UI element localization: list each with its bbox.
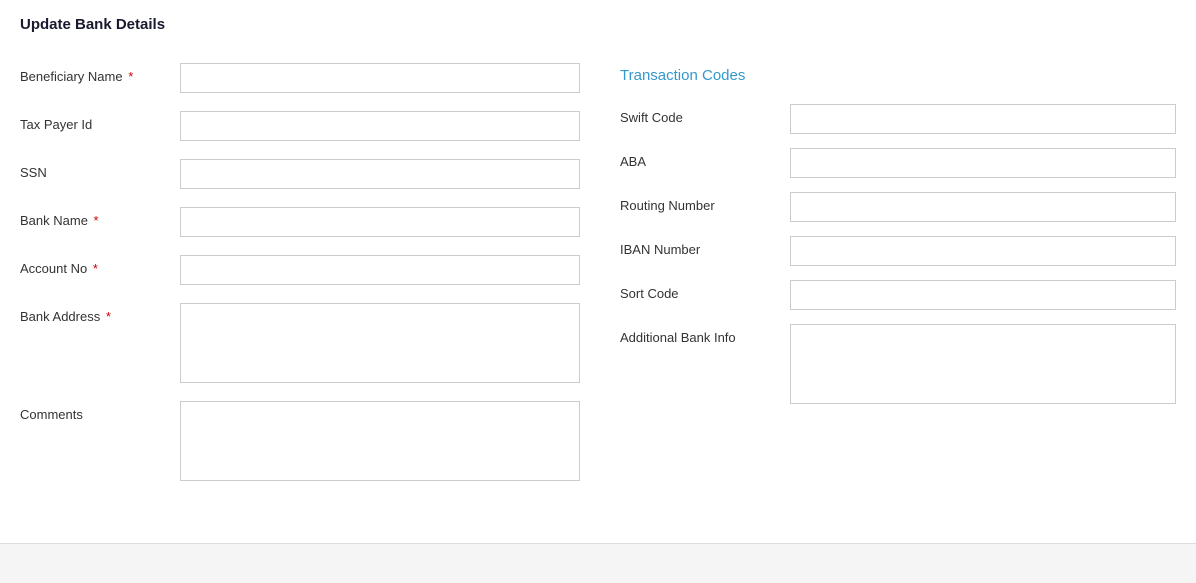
page-container: Update Bank Details Beneficiary Name * T… — [0, 0, 1196, 515]
tax-payer-id-label: Tax Payer Id — [20, 111, 180, 132]
routing-number-row: Routing Number — [620, 192, 1176, 222]
ssn-row: SSN — [20, 159, 580, 189]
page-title: Update Bank Details — [20, 16, 1176, 33]
beneficiary-name-input[interactable] — [180, 63, 580, 93]
additional-bank-info-input[interactable] — [790, 324, 1176, 404]
additional-bank-info-row: Additional Bank Info — [620, 324, 1176, 404]
account-no-input[interactable] — [180, 255, 580, 285]
left-column: Beneficiary Name * Tax Payer Id SSN Bank… — [20, 63, 580, 499]
tax-payer-id-row: Tax Payer Id — [20, 111, 580, 141]
bank-address-row: Bank Address * — [20, 303, 580, 383]
right-column: Transaction Codes Swift Code ABA Routing… — [620, 63, 1176, 499]
ssn-input[interactable] — [180, 159, 580, 189]
bank-name-row: Bank Name * — [20, 207, 580, 237]
iban-number-input[interactable] — [790, 236, 1176, 266]
comments-row: Comments — [20, 401, 580, 481]
sort-code-input[interactable] — [790, 280, 1176, 310]
required-star: * — [94, 213, 99, 228]
aba-row: ABA — [620, 148, 1176, 178]
additional-bank-info-label: Additional Bank Info — [620, 324, 790, 345]
routing-number-label: Routing Number — [620, 192, 790, 213]
account-no-label: Account No * — [20, 255, 180, 276]
routing-number-input[interactable] — [790, 192, 1176, 222]
required-star: * — [93, 261, 98, 276]
bank-name-label: Bank Name * — [20, 207, 180, 228]
beneficiary-name-label: Beneficiary Name * — [20, 63, 180, 84]
bank-name-input[interactable] — [180, 207, 580, 237]
transaction-codes-title: Transaction Codes — [620, 67, 1176, 84]
tax-payer-id-input[interactable] — [180, 111, 580, 141]
swift-code-input[interactable] — [790, 104, 1176, 134]
bank-address-input[interactable] — [180, 303, 580, 383]
bank-address-label: Bank Address * — [20, 303, 180, 324]
aba-label: ABA — [620, 148, 790, 169]
iban-number-row: IBAN Number — [620, 236, 1176, 266]
sort-code-label: Sort Code — [620, 280, 790, 301]
bottom-bar — [0, 543, 1196, 583]
sort-code-row: Sort Code — [620, 280, 1176, 310]
required-star: * — [106, 309, 111, 324]
comments-input[interactable] — [180, 401, 580, 481]
form-layout: Beneficiary Name * Tax Payer Id SSN Bank… — [20, 63, 1176, 499]
beneficiary-name-row: Beneficiary Name * — [20, 63, 580, 93]
swift-code-row: Swift Code — [620, 104, 1176, 134]
aba-input[interactable] — [790, 148, 1176, 178]
swift-code-label: Swift Code — [620, 104, 790, 125]
comments-label: Comments — [20, 401, 180, 422]
account-no-row: Account No * — [20, 255, 580, 285]
iban-number-label: IBAN Number — [620, 236, 790, 257]
ssn-label: SSN — [20, 159, 180, 180]
required-star: * — [128, 69, 133, 84]
